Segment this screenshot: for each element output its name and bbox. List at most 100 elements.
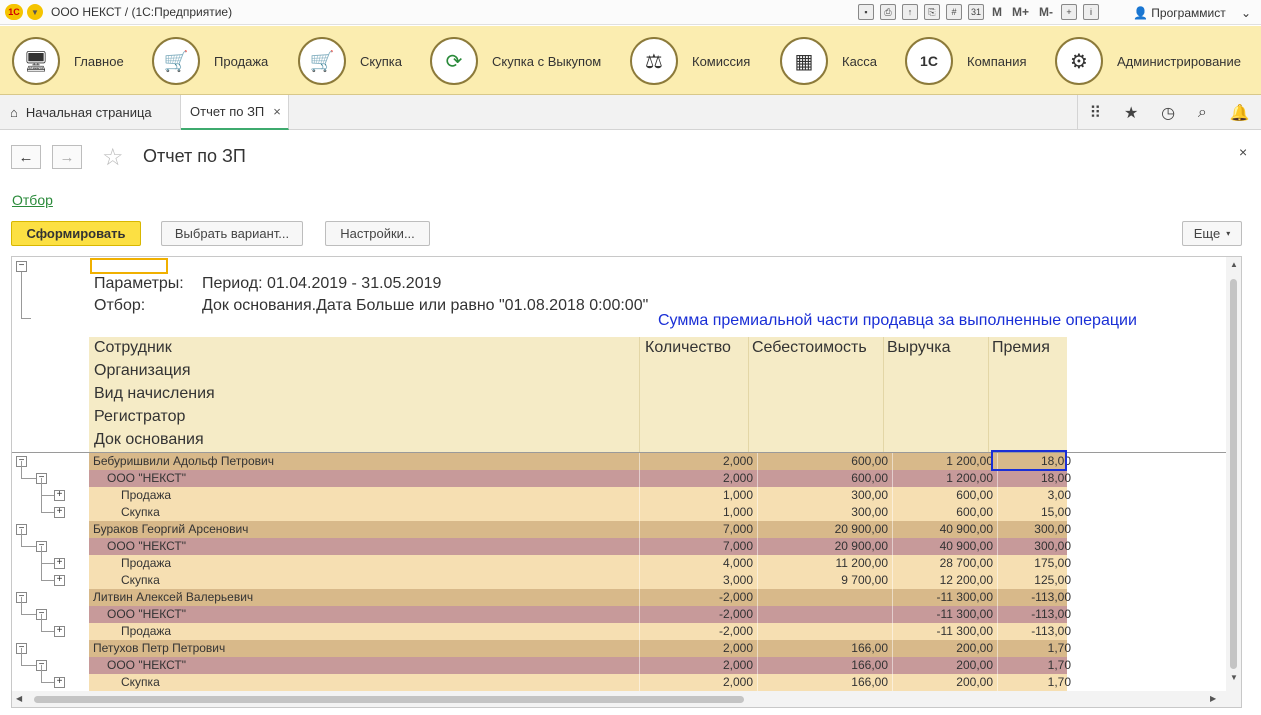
more-label: Еще bbox=[1193, 226, 1221, 241]
1c-logo-icon[interactable]: 1С bbox=[5, 4, 23, 20]
memory-plus-button[interactable]: M+ bbox=[1010, 5, 1031, 19]
section-prodazha[interactable]: 🛒 Продажа bbox=[152, 37, 268, 85]
scroll-down-icon[interactable]: ▼ bbox=[1230, 673, 1238, 682]
print-icon[interactable]: ⎙ bbox=[880, 4, 896, 20]
print-preview-icon[interactable]: ⎘ bbox=[924, 4, 940, 20]
user-menu[interactable]: 👤 Программист ⌄ bbox=[1133, 6, 1251, 20]
row-revenue-cell: 200,00 bbox=[956, 641, 993, 655]
row-cost-cell: 300,00 bbox=[851, 488, 888, 502]
back-button[interactable]: ← bbox=[11, 145, 41, 169]
employee-row[interactable]: Литвин Алексей Валерьевич -2,000 -11 300,0… bbox=[89, 589, 1071, 606]
employee-row[interactable]: Петухов Петр Петрович 2,000 166,00 200,00 1,… bbox=[89, 640, 1071, 657]
organization-row[interactable]: ООО "НЕКСТ" 2,000 166,00 200,00 1,70 bbox=[89, 657, 1071, 674]
section-skupka-s-vykupom[interactable]: ⟳ Скупка с Выкупом bbox=[430, 37, 601, 85]
row-qty-cell: -2,000 bbox=[718, 624, 753, 638]
row-bonus-cell: 3,00 bbox=[1047, 488, 1071, 502]
scroll-left-icon[interactable]: ◀ bbox=[16, 694, 22, 703]
tab-home[interactable]: ⌂ Начальная страница bbox=[0, 95, 181, 130]
choose-variant-button[interactable]: Выбрать вариант... bbox=[161, 221, 303, 246]
expand-icon[interactable]: + bbox=[54, 507, 65, 518]
calculator-icon[interactable]: # bbox=[946, 4, 962, 20]
memory-button[interactable]: M bbox=[990, 5, 1004, 19]
global-tools: ⠿ ★ ◷ ⌕ 🔔 bbox=[1077, 95, 1261, 130]
row-bonus-cell: 15,00 bbox=[1040, 505, 1071, 519]
add-to-favorites-icon[interactable]: ☆ bbox=[102, 143, 124, 172]
collapse-icon[interactable]: − bbox=[16, 261, 27, 272]
vertical-scrollbar[interactable]: ▲ ▼ bbox=[1226, 257, 1241, 707]
generate-button[interactable]: Сформировать bbox=[11, 221, 141, 246]
row-bonus-cell: -113,00 bbox=[1031, 624, 1071, 638]
operation-row[interactable]: Скупка 3,000 9 700,00 12 200,00 125,00 bbox=[89, 572, 1071, 589]
calendar-icon[interactable]: 31 bbox=[968, 4, 984, 20]
main-menu-icon[interactable]: ▼ bbox=[27, 4, 43, 20]
close-tab-icon[interactable]: × bbox=[273, 104, 281, 119]
section-komissiya[interactable]: ⚖ Комиссия bbox=[630, 37, 750, 85]
forward-button[interactable]: → bbox=[52, 145, 82, 169]
expand-icon[interactable]: + bbox=[54, 490, 65, 501]
favorites-icon[interactable]: ★ bbox=[1124, 103, 1138, 123]
tab-home-label: Начальная страница bbox=[25, 105, 152, 120]
employee-row[interactable]: Бураков Георгий Арсенович 7,000 20 900,00 4… bbox=[89, 521, 1071, 538]
row-bonus-cell: 1,70 bbox=[1047, 641, 1071, 655]
export-icon[interactable]: ↑ bbox=[902, 4, 918, 20]
report-spreadsheet[interactable]: − Параметры: Период: 01.04.2019 - 31.05.… bbox=[11, 256, 1242, 708]
row-cost-cell: 166,00 bbox=[851, 641, 888, 655]
row-name-cell: Бураков Георгий Арсенович bbox=[93, 522, 249, 536]
section-skupka[interactable]: 🛒 Скупка bbox=[298, 37, 402, 85]
operation-row[interactable]: Скупка 1,000 300,00 600,00 15,00 bbox=[89, 504, 1071, 521]
cart-up-icon: 🛒 bbox=[152, 37, 200, 85]
history-icon[interactable]: ◷ bbox=[1161, 103, 1175, 123]
row-name-cell: ООО "НЕКСТ" bbox=[107, 471, 186, 485]
section-glavnoe[interactable]: 🖥 Главное bbox=[12, 37, 124, 85]
expand-icon[interactable]: + bbox=[54, 626, 65, 637]
memory-minus-button[interactable]: M- bbox=[1037, 5, 1055, 19]
section-administrirovanie[interactable]: ⚙ Администрирование bbox=[1055, 37, 1241, 85]
scroll-right-icon[interactable]: ▶ bbox=[1210, 694, 1216, 703]
save-icon[interactable]: ▪ bbox=[858, 4, 874, 20]
section-kassa[interactable]: ▦ Касса bbox=[780, 37, 877, 85]
horizontal-scroll-thumb[interactable] bbox=[34, 696, 744, 703]
info-icon[interactable]: i bbox=[1083, 4, 1100, 20]
all-functions-icon[interactable]: ⠿ bbox=[1089, 103, 1101, 123]
horizontal-scrollbar[interactable]: ◀ ▶ bbox=[12, 691, 1226, 707]
settings-button[interactable]: Настройки... bbox=[325, 221, 430, 246]
section-kompaniya[interactable]: 1С Компания bbox=[905, 37, 1027, 85]
arrow-right-icon: → bbox=[59, 148, 75, 166]
header-registrar: Регистратор bbox=[94, 408, 186, 425]
organization-row[interactable]: ООО "НЕКСТ" 2,000 600,00 1 200,00 18,00 bbox=[89, 470, 1071, 487]
employee-row[interactable]: Бебуришвили Адольф Петрович 2,000 600,00 1 … bbox=[89, 453, 1071, 470]
row-qty-cell: -2,000 bbox=[718, 590, 753, 604]
row-name-cell: Продажа bbox=[121, 556, 172, 570]
expand-icon[interactable]: + bbox=[54, 575, 65, 586]
search-icon[interactable]: ⌕ bbox=[1198, 104, 1207, 122]
vertical-scroll-thumb[interactable] bbox=[1230, 279, 1237, 669]
notifications-icon[interactable]: 🔔 bbox=[1230, 103, 1250, 123]
close-form-icon[interactable]: × bbox=[1239, 144, 1247, 160]
row-cost-cell: 20 900,00 bbox=[834, 522, 888, 536]
section-label: Касса bbox=[842, 53, 878, 69]
zoom-in-icon[interactable]: + bbox=[1061, 4, 1078, 20]
filter-link[interactable]: Отбор bbox=[12, 192, 53, 208]
row-cost-cell: 9 700,00 bbox=[841, 573, 888, 587]
operation-row[interactable]: Продажа -2,000 -11 300,00 -113,00 bbox=[89, 623, 1071, 640]
chevron-down-icon: ▾ bbox=[1226, 229, 1231, 238]
row-qty-cell: 1,000 bbox=[722, 488, 753, 502]
titlebar-tools: ▪ ⎙ ↑ ⎘ # 31 M M+ M- + i bbox=[858, 4, 1100, 20]
cash-register-icon: ▦ bbox=[780, 37, 828, 85]
operation-row[interactable]: Продажа 1,000 300,00 600,00 3,00 bbox=[89, 487, 1071, 504]
user-dropdown-icon[interactable]: ⌄ bbox=[1241, 6, 1251, 20]
operation-row[interactable]: Скупка 2,000 166,00 200,00 1,70 bbox=[89, 674, 1071, 691]
row-cost-cell bbox=[757, 623, 892, 640]
operation-row[interactable]: Продажа 4,000 11 200,00 28 700,00 175,00 bbox=[89, 555, 1071, 572]
row-revenue-cell: 40 900,00 bbox=[939, 539, 993, 553]
tab-report[interactable]: Отчет по ЗП × bbox=[181, 95, 289, 130]
expand-icon[interactable]: + bbox=[54, 558, 65, 569]
scroll-up-icon[interactable]: ▲ bbox=[1230, 260, 1238, 269]
organization-row[interactable]: ООО "НЕКСТ" 7,000 20 900,00 40 900,00 300,00 bbox=[89, 538, 1071, 555]
organization-row[interactable]: ООО "НЕКСТ" -2,000 -11 300,00 -113,00 bbox=[89, 606, 1071, 623]
header-base-doc: Док основания bbox=[94, 431, 204, 448]
expand-icon[interactable]: + bbox=[54, 677, 65, 688]
row-bonus-cell: 1,70 bbox=[1047, 658, 1071, 672]
more-button[interactable]: Еще ▾ bbox=[1182, 221, 1242, 246]
row-qty-cell: 2,000 bbox=[722, 675, 753, 689]
